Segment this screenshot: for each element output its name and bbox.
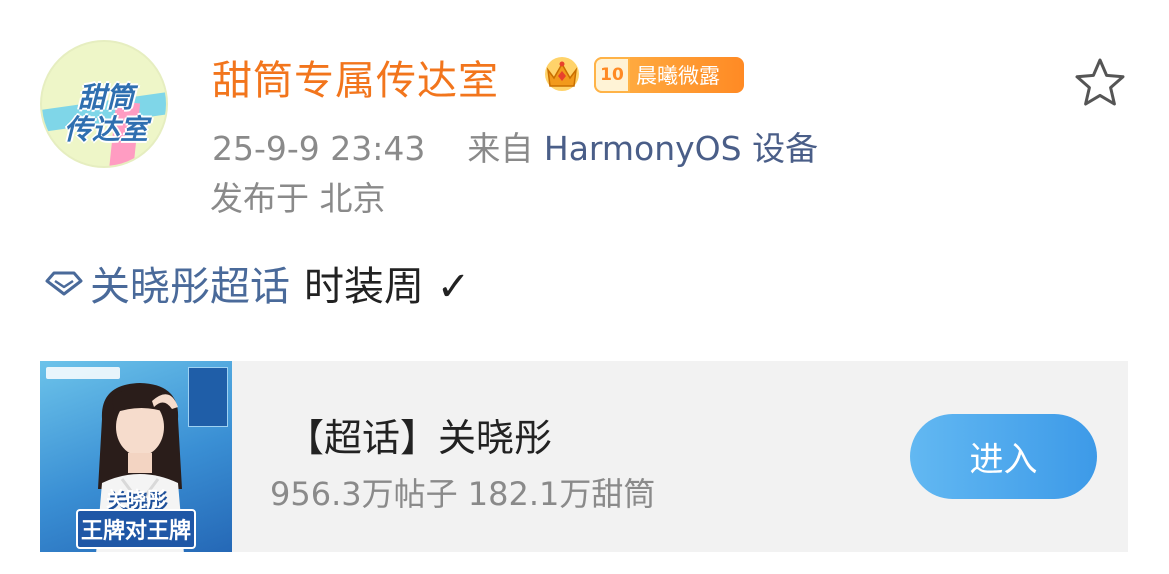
level-title: 晨曦微露	[636, 64, 720, 88]
supertopic-card[interactable]: 关晓彤 王牌对王牌 【超话】关晓彤 956.3万帖子 182.1万甜筒 进入	[40, 361, 1128, 552]
supertopic-thumbnail: 关晓彤 王牌对王牌	[40, 361, 232, 552]
diamond-topic-icon	[45, 271, 83, 296]
level-badge-icon: 10	[594, 57, 630, 93]
crown-icon[interactable]	[540, 54, 584, 94]
post-location: 发布于 北京	[210, 179, 386, 218]
source-device-link[interactable]: HarmonyOS 设备	[544, 129, 818, 168]
thumbnail-logo	[46, 367, 120, 379]
post-meta: 25-9-9 23:43 来自 HarmonyOS 设备	[212, 122, 818, 170]
star-outline-icon[interactable]	[1072, 56, 1128, 110]
supertopic-link[interactable]: 关晓彤超话	[90, 254, 290, 312]
thumbnail-caption: 关晓彤	[106, 487, 166, 511]
author-name[interactable]: 甜筒专属传达室	[212, 48, 499, 106]
supertopic-title: 【超话】关晓彤	[286, 416, 553, 460]
avatar-text: 传达室	[63, 113, 148, 146]
level-badge[interactable]: 10 晨曦微露	[594, 57, 744, 93]
post-text: 时装周 ✓	[304, 264, 471, 310]
supertopic-stats: 956.3万帖子 182.1万甜筒	[270, 475, 656, 513]
post-content: 关晓彤超话 时装周 ✓	[44, 254, 470, 312]
thumbnail-caption: 王牌对王牌	[76, 509, 196, 549]
source-prefix: 来自	[467, 129, 534, 168]
post-timestamp: 25-9-9 23:43	[212, 129, 426, 168]
author-avatar[interactable]: 甜筒 传达室	[40, 40, 168, 168]
weibo-post: 甜筒 传达室 甜筒专属传达室 10 晨曦微露 25-9-9 23:43 来自 H…	[0, 0, 1169, 574]
enter-button[interactable]: 进入	[910, 414, 1097, 499]
